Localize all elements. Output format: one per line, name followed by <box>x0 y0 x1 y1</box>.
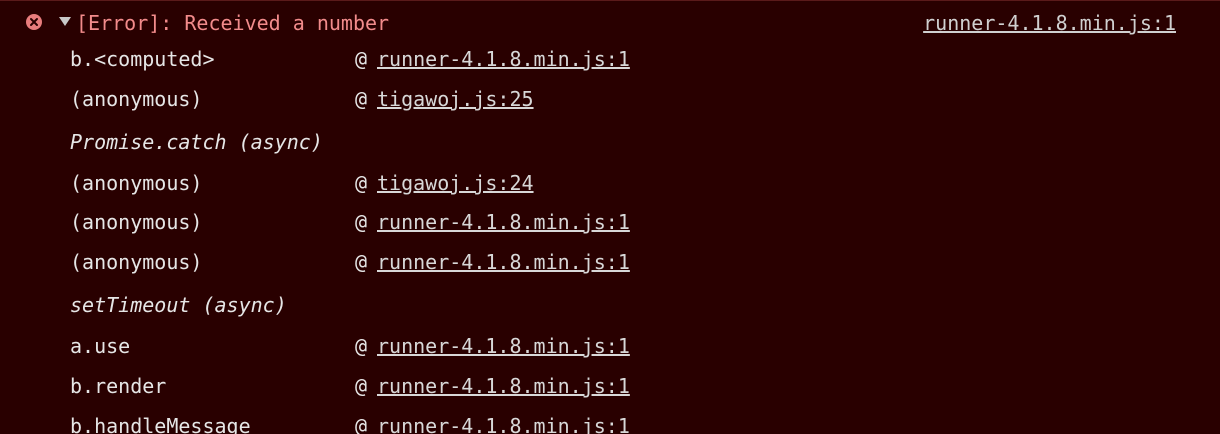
frame-at-symbol: @ <box>355 87 368 111</box>
frame-source-link[interactable]: runner-4.1.8.min.js:1 <box>377 249 630 275</box>
frame-at-symbol: @ <box>355 210 368 234</box>
stack-frame-row: (anonymous) @ runner-4.1.8.min.js:1 <box>0 202 1220 242</box>
console-panel: [Error]: Received a number runner-4.1.8.… <box>0 0 1220 434</box>
async-label: Promise.catch (async) <box>70 130 323 154</box>
stack-frame-row: a.use @ runner-4.1.8.min.js:1 <box>0 326 1220 366</box>
frame-at-symbol: @ <box>355 334 368 358</box>
frame-function-name: b.render <box>70 374 167 398</box>
frame-at-symbol: @ <box>355 250 368 274</box>
frame-source-link[interactable]: runner-4.1.8.min.js:1 <box>377 209 630 235</box>
async-separator: setTimeout (async) <box>0 285 1220 325</box>
error-source-link[interactable]: runner-4.1.8.min.js:1 <box>923 10 1176 36</box>
frame-source-link[interactable]: tigawoj.js:25 <box>377 86 534 112</box>
frame-source-link[interactable]: runner-4.1.8.min.js:1 <box>377 373 630 399</box>
frame-function-name: a.use <box>70 334 131 358</box>
stack-frame-row: b.render @ runner-4.1.8.min.js:1 <box>0 366 1220 406</box>
stack-frame-row: (anonymous) @ tigawoj.js:24 <box>0 163 1220 203</box>
frame-function-name: (anonymous) <box>70 250 203 274</box>
frame-function-name: (anonymous) <box>70 87 203 111</box>
stack-frame-row: (anonymous) @ runner-4.1.8.min.js:1 <box>0 242 1220 282</box>
frame-at-symbol: @ <box>355 374 368 398</box>
async-separator: Promise.catch (async) <box>0 122 1220 162</box>
error-circle-icon <box>26 14 42 30</box>
stack-frame-row: (anonymous) @ tigawoj.js:25 <box>0 79 1220 119</box>
frame-function-name: b.<computed> <box>70 47 215 71</box>
error-message: [Error]: Received a number <box>76 11 390 35</box>
stack-frame-row: b.<computed> @ runner-4.1.8.min.js:1 <box>0 39 1220 79</box>
frame-source-link[interactable]: tigawoj.js:24 <box>377 170 534 196</box>
async-label: setTimeout (async) <box>70 293 287 317</box>
frame-function-name: b.handleMessage <box>70 414 251 434</box>
frame-source-link[interactable]: runner-4.1.8.min.js:1 <box>377 333 630 359</box>
frame-function-name: (anonymous) <box>70 210 203 234</box>
frame-source-link[interactable]: runner-4.1.8.min.js:1 <box>377 413 630 434</box>
caret-down-icon[interactable] <box>59 17 71 26</box>
frame-function-name: (anonymous) <box>70 171 203 195</box>
frame-source-link[interactable]: runner-4.1.8.min.js:1 <box>377 46 630 72</box>
stack-frame-row: b.handleMessage @ runner-4.1.8.min.js:1 <box>0 406 1220 434</box>
frame-at-symbol: @ <box>355 171 368 195</box>
frame-at-symbol: @ <box>355 47 368 71</box>
frame-at-symbol: @ <box>355 414 368 434</box>
